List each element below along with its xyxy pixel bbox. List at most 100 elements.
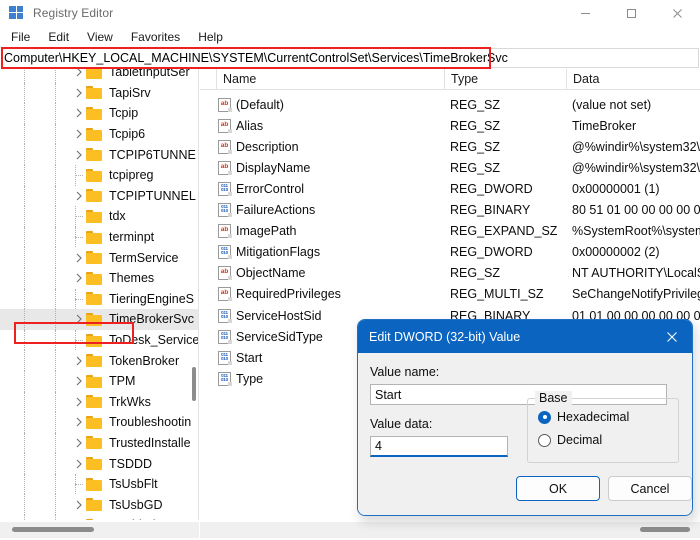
registry-tree-pane[interactable]: TabletInputSer TapiSrv Tcpip Tcpip6 TCPIP6TU… <box>0 69 199 520</box>
tree-node-label: TieringEngineS <box>109 291 195 306</box>
folder-icon <box>86 271 104 285</box>
title-bar: Registry Editor <box>0 0 700 26</box>
chevron-right-icon[interactable] <box>72 124 86 145</box>
tree-indent-guides <box>0 473 72 495</box>
tree-node[interactable]: TapiSrv <box>0 82 198 104</box>
menu-item-edit[interactable]: Edit <box>39 28 78 46</box>
tree-vertical-scrollbar[interactable] <box>192 367 196 401</box>
registry-editor-window: Registry Editor File Edit View Favorites… <box>0 0 700 540</box>
chevron-right-icon[interactable] <box>72 433 86 454</box>
chevron-right-icon[interactable] <box>72 247 86 268</box>
cancel-button[interactable]: Cancel <box>608 476 692 501</box>
chevron-right-icon[interactable] <box>72 309 86 330</box>
value-type-cell: REG_DWORD <box>450 181 533 196</box>
tree-node[interactable]: Troubleshootin <box>0 412 198 433</box>
chevron-right-icon[interactable] <box>72 186 86 207</box>
maximize-icon[interactable] <box>608 0 654 26</box>
table-row[interactable]: 011 010 FailureActions REG_BINARY 80 51 01 0… <box>200 200 700 221</box>
values-horizontal-scrollbar-thumb[interactable] <box>640 527 690 532</box>
address-bar-input[interactable]: Computer\HKEY_LOCAL_MACHINE\SYSTEM\Curre… <box>1 48 699 68</box>
chevron-right-icon[interactable] <box>72 371 86 392</box>
tree-node[interactable]: tcpipreg <box>0 164 198 186</box>
tree-node[interactable]: Tcpip <box>0 103 198 124</box>
tree-node[interactable]: TrkWks <box>0 391 198 413</box>
table-row[interactable]: ab (Default) REG_SZ (value not set) <box>200 94 700 115</box>
ok-button[interactable]: OK <box>516 476 600 501</box>
chevron-right-icon[interactable] <box>72 515 86 520</box>
radio-decimal-indicator <box>538 433 551 447</box>
tree-indent-guides <box>0 267 72 289</box>
tree-node[interactable]: TCPIP6TUNNE <box>0 144 198 165</box>
table-row[interactable]: ab Description REG_SZ @%windir%\system32\Ti… <box>200 136 700 157</box>
value-data-cell: (value not set) <box>572 97 652 112</box>
tree-node[interactable]: TokenBroker <box>0 350 198 371</box>
radio-decimal[interactable]: Decimal <box>538 433 602 447</box>
tree-node[interactable]: ToDesk_Service <box>0 329 199 351</box>
dialog-close-icon[interactable] <box>652 320 692 353</box>
registry-tree-list: TabletInputSer TapiSrv Tcpip Tcpip6 TCPIP6TU… <box>0 69 199 520</box>
column-header-data[interactable]: Data <box>566 69 700 89</box>
value-type-cell: REG_EXPAND_SZ <box>450 224 558 239</box>
tree-node[interactable]: tsusbhub <box>0 515 198 520</box>
tree-node[interactable]: terminpt <box>0 226 198 248</box>
binary-value-icon: 011 010 <box>218 181 232 196</box>
minimize-icon[interactable] <box>562 0 608 26</box>
chevron-right-icon[interactable] <box>72 268 86 289</box>
value-type-cell: REG_SZ <box>450 160 501 175</box>
tree-node-label: Themes <box>109 271 155 286</box>
tree-node[interactable]: TrustedInstalle <box>0 432 198 454</box>
menu-item-file[interactable]: File <box>2 28 39 46</box>
tree-horizontal-scrollbar-thumb[interactable] <box>12 527 94 532</box>
window-title: Registry Editor <box>33 6 114 20</box>
tree-node[interactable]: TieringEngineS <box>0 288 198 310</box>
tree-node[interactable]: TsUsbGD <box>0 494 198 515</box>
close-icon[interactable] <box>654 0 700 26</box>
chevron-right-icon[interactable] <box>72 350 86 371</box>
menu-item-help[interactable]: Help <box>189 28 232 46</box>
tree-node[interactable]: Themes <box>0 267 198 289</box>
chevron-right-icon[interactable] <box>72 494 86 515</box>
tree-node[interactable]: TermService <box>0 247 198 268</box>
tree-node[interactable]: TsUsbFlt <box>0 473 198 495</box>
menu-item-view[interactable]: View <box>78 28 122 46</box>
base-group-box <box>527 398 679 463</box>
tree-node-label: ToDesk_Service <box>109 333 199 348</box>
tree-leaf-connector <box>72 473 86 495</box>
values-horizontal-scrollbar-track[interactable] <box>200 522 700 538</box>
table-row[interactable]: ab Alias REG_SZ TimeBroker <box>200 115 700 136</box>
table-row[interactable]: ab ImagePath REG_EXPAND_SZ %SystemRoot%\sys… <box>200 221 700 242</box>
tree-leaf-connector <box>72 206 86 227</box>
tree-node-label: Tcpip6 <box>109 127 146 142</box>
tree-node[interactable]: TimeBrokerSvc <box>0 309 198 330</box>
chevron-right-icon[interactable] <box>72 69 86 83</box>
value-data-input[interactable]: 4 <box>370 436 508 457</box>
chevron-right-icon[interactable] <box>72 103 86 124</box>
column-header-type[interactable]: Type <box>444 69 566 89</box>
chevron-right-icon[interactable] <box>72 144 86 165</box>
base-group-label: Base <box>535 391 572 405</box>
table-row[interactable]: ab DisplayName REG_SZ @%windir%\system32\Ti… <box>200 157 700 178</box>
tree-node[interactable]: Tcpip6 <box>0 123 198 145</box>
chevron-right-icon[interactable] <box>72 392 86 413</box>
table-row[interactable]: 011 010 ErrorControl REG_DWORD 0x00000001 (1… <box>200 178 700 199</box>
value-data-cell: @%windir%\system32\Tim <box>572 139 700 154</box>
tree-node[interactable]: TPM <box>0 370 198 392</box>
column-header-name[interactable]: Name <box>216 69 444 89</box>
tree-node[interactable]: TCPIPTUNNEL <box>0 185 198 207</box>
tree-node-label: tcpipreg <box>109 168 154 183</box>
folder-icon <box>86 230 104 244</box>
chevron-right-icon[interactable] <box>72 412 86 433</box>
radio-hexadecimal[interactable]: Hexadecimal <box>538 410 629 424</box>
tree-indent-guides <box>0 370 72 392</box>
menu-item-favorites[interactable]: Favorites <box>122 28 189 46</box>
tree-node[interactable]: TabletInputSer <box>0 69 198 83</box>
table-row[interactable]: 011 010 MitigationFlags REG_DWORD 0x00000002… <box>200 242 700 263</box>
value-name-cell: ServiceHostSid <box>236 308 322 323</box>
chevron-right-icon[interactable] <box>72 83 86 104</box>
tree-node[interactable]: tdx <box>0 206 198 227</box>
chevron-right-icon[interactable] <box>72 453 86 474</box>
tree-node-label: TCPIP6TUNNE <box>109 147 196 162</box>
table-row[interactable]: ab RequiredPrivileges REG_MULTI_SZ SeChange… <box>200 284 700 305</box>
tree-node[interactable]: TSDDD <box>0 453 198 474</box>
table-row[interactable]: ab ObjectName REG_SZ NT AUTHORITY\LocalServ <box>200 263 700 284</box>
